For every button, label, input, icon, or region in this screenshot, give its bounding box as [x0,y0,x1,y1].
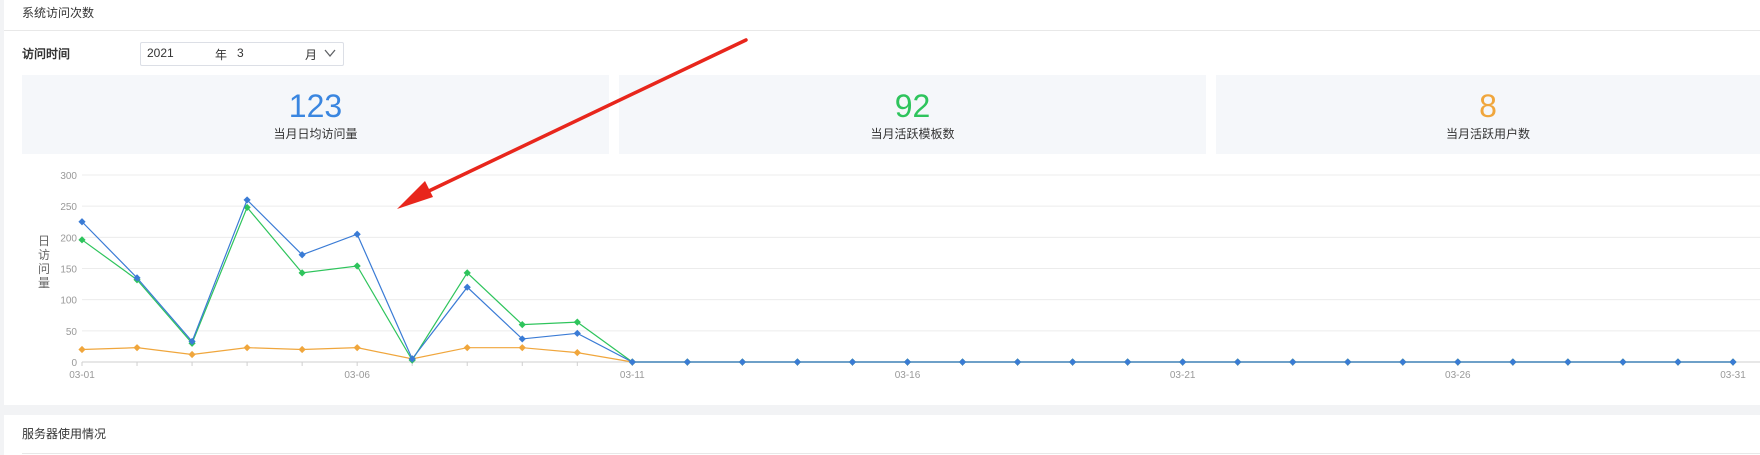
daily-visits-chart: 0 50 100 150 200 250 300 03-01 03-06 03-11 03-16 03… [38,171,1760,381]
filter-label: 访问时间 [22,47,71,61]
data-point [1179,358,1187,366]
y-tick-label: 0 [71,358,77,369]
data-point [133,344,141,352]
month-value: 3 [237,46,244,60]
data-point [848,358,857,366]
data-point [1454,358,1462,366]
data-point [573,349,581,357]
stat-value: 123 [288,88,343,124]
title-divider [4,30,1760,31]
data-point [353,230,361,238]
data-point [463,344,471,352]
x-tick-label: 03-06 [344,370,370,381]
data-point [353,344,361,352]
data-point [793,358,802,366]
month-picker[interactable]: 2021 年 3 月 [140,42,344,66]
data-point [1289,358,1297,366]
x-tick-label: 03-01 [69,370,95,381]
stat-label: 当月日均访问量 [273,127,358,141]
data-point [903,358,912,366]
data-point [1619,358,1627,366]
server-usage-title: 服务器使用情况 [22,427,107,441]
stat-card-daily-visits: 123 当月日均访问量 [22,75,609,154]
stat-card-active-users: 8 当月活跃用户数 [1216,75,1760,154]
x-tick-label: 03-16 [895,370,921,381]
month-unit: 月 [305,48,318,62]
data-point [958,358,967,366]
y-tick-label: 50 [66,327,78,338]
y-tick-label: 200 [60,233,77,244]
x-tick-label: 03-26 [1445,370,1471,381]
server-usage-panel: 服务器使用情况 [4,415,1760,455]
data-point [683,358,691,366]
data-point [188,350,196,359]
section-title: 系统访问次数 [22,6,95,20]
data-point [298,345,306,354]
stat-value: 8 [1479,88,1497,124]
y-tick-label: 250 [60,202,77,213]
x-tick-label: 03-11 [620,370,645,381]
data-point [738,358,746,366]
data-point [1234,358,1242,366]
y-axis-label: 日访问量 [38,234,50,290]
x-tick-label: 03-31 [1720,370,1746,381]
chevron-down-icon[interactable] [323,46,337,60]
data-point [1013,358,1022,366]
data-point [1124,358,1132,366]
server-usage-divider [22,453,1760,454]
data-point [1509,358,1517,366]
data-point [243,344,251,352]
data-point [1069,358,1077,366]
data-point [1564,358,1572,366]
stat-label: 当月活跃用户数 [1445,127,1530,141]
data-point [518,344,526,352]
series-line [81,206,1733,363]
data-point [1674,358,1682,366]
stat-label: 当月活跃模板数 [870,127,955,141]
series-line [81,198,1733,363]
stat-card-active-templates: 92 当月活跃模板数 [619,75,1206,154]
year-value: 2021 [147,46,174,60]
year-unit: 年 [215,48,228,62]
data-point [1399,358,1407,366]
y-tick-label: 150 [60,265,77,276]
visits-panel: 系统访问次数 访问时间 2021 年 3 月 123 当月日均访问量 92 当月… [4,0,1760,405]
stat-value: 92 [894,88,931,124]
data-point [78,345,86,354]
x-tick-label: 03-21 [1170,370,1196,381]
data-point [1344,358,1352,366]
data-point [1729,358,1737,366]
y-tick-label: 100 [60,296,77,307]
y-tick-label: 300 [60,171,77,182]
